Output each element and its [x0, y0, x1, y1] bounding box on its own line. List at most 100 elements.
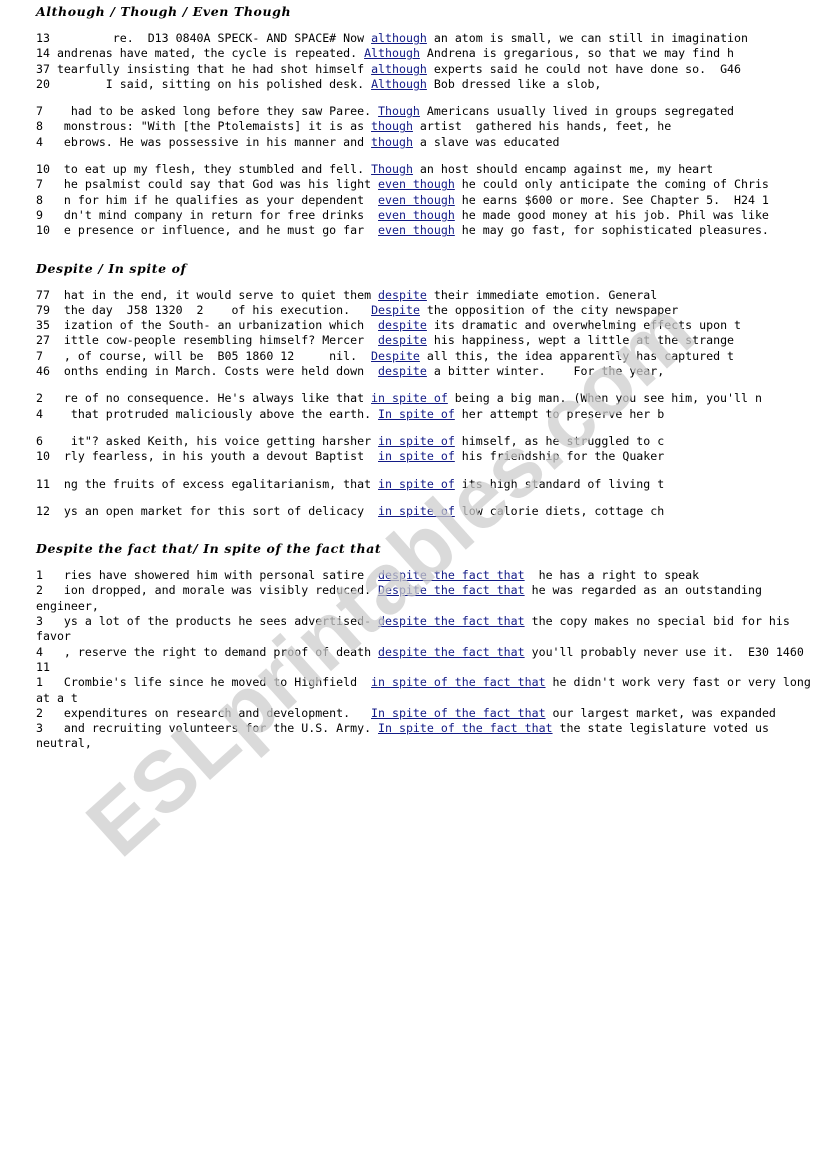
concordance-line: 27 ittle cow-people resembling himself? … [36, 333, 811, 348]
keyword-link[interactable]: in spite of [378, 449, 455, 463]
concordance-line: 14 andrenas have mated, the cycle is rep… [36, 46, 811, 61]
keyword-link[interactable]: in spite of the fact that [371, 675, 546, 689]
keyword-link[interactable]: In spite of the fact that [371, 706, 546, 720]
line-number: 8 [36, 192, 43, 207]
line-number: 2 [36, 391, 43, 406]
concordance-group: 6 it"? asked Keith, his voice getting ha… [36, 434, 811, 465]
keyword-link[interactable]: despite [378, 288, 427, 302]
concordance-line: 12 ys an open market for this sort of de… [36, 504, 811, 519]
keyword-link[interactable]: Though [378, 104, 420, 118]
keyword-link[interactable]: even though [378, 208, 455, 222]
line-right-context: its high standard of living t [454, 476, 665, 491]
line-right-context: their immediate emotion. General [426, 287, 658, 302]
line-left-context: ion dropped, and morale was visibly redu… [42, 583, 379, 598]
line-left-context: n for him if he qualifies as your depend… [42, 192, 379, 207]
concordance-line: 37 tearfully insisting that he had shot … [36, 62, 811, 77]
line-left-context: that protruded maliciously above the ear… [42, 406, 379, 421]
line-right-context: he earns $600 or more. See Chapter 5. H2… [454, 192, 769, 207]
line-left-context: ys an open market for this sort of delic… [49, 503, 379, 518]
concordance-line: 1 Crombie's life since he moved to Highf… [36, 675, 811, 706]
line-left-context: had to be asked long before they saw Par… [42, 104, 379, 119]
line-number: 77 [36, 287, 50, 302]
keyword-link[interactable]: Despite the fact that [378, 583, 525, 597]
concordance-line: 2 re of no consequence. He's always like… [36, 391, 811, 406]
line-number: 79 [36, 302, 50, 317]
concordance-line: 3 ys a lot of the products he sees adver… [36, 614, 811, 645]
keyword-link[interactable]: In spite of [378, 407, 455, 421]
line-number: 10 [36, 449, 50, 464]
line-number: 1 [36, 568, 43, 583]
worksheet-page: Although / Though / Even Though 13 re. D1… [0, 0, 821, 752]
line-right-context: his happiness, wept a little at the stra… [426, 333, 735, 348]
line-right-context: all this, the idea apparently has captur… [419, 348, 735, 363]
keyword-link[interactable]: Although [371, 77, 427, 91]
keyword-link[interactable]: Although [364, 46, 420, 60]
line-right-context: a slave was educated [412, 134, 560, 149]
keyword-link[interactable]: Despite [371, 349, 420, 363]
keyword-link[interactable]: In spite of the fact that [378, 721, 553, 735]
line-left-context: Crombie's life since he moved to Highfie… [42, 675, 372, 690]
line-number: 37 [36, 61, 50, 76]
line-number: 12 [36, 503, 50, 518]
line-number: 13 [36, 31, 50, 45]
keyword-link[interactable]: in spite of [378, 504, 455, 518]
line-left-context: hat in the end, it would serve to quiet … [49, 287, 379, 302]
keyword-link[interactable]: despite the fact that [378, 645, 525, 659]
section-title: Although / Though / Even Though [36, 4, 292, 19]
line-left-context: he psalmist could say that God was his l… [42, 177, 379, 192]
keyword-link[interactable]: although [371, 31, 427, 45]
keyword-link[interactable]: despite [378, 318, 427, 332]
keyword-link[interactable]: even though [378, 193, 455, 207]
line-left-context: re of no consequence. He's always like t… [42, 391, 372, 406]
keyword-link[interactable]: Though [371, 162, 413, 176]
line-right-context: himself, as he struggled to c [454, 433, 665, 448]
line-number: 4 [36, 406, 43, 421]
concordance-line: 6 it"? asked Keith, his voice getting ha… [36, 434, 811, 449]
line-left-context: monstrous: "With [the Ptolemaists] it is… [42, 119, 372, 134]
line-number: 7 [36, 177, 43, 192]
concordance-line: 8 n for him if he qualifies as your depe… [36, 193, 811, 208]
line-number: 10 [36, 223, 50, 238]
line-left-context: tearfully insisting that he had shot him… [49, 61, 372, 76]
concordance-group: 2 re of no consequence. He's always like… [36, 391, 811, 422]
keyword-link[interactable]: in spite of [378, 477, 455, 491]
keyword-link[interactable]: even though [378, 177, 455, 191]
keyword-link[interactable]: despite the fact that [378, 614, 525, 628]
concordance-line: 10 rly fearless, in his youth a devout B… [36, 449, 811, 464]
line-right-context: he made good money at his job. Phil was … [454, 207, 769, 222]
concordance-group: 10 to eat up my flesh, they stumbled and… [36, 162, 811, 238]
keyword-link[interactable]: though [371, 135, 413, 149]
keyword-link[interactable]: in spite of [371, 391, 448, 405]
line-left-context: andrenas have mated, the cycle is repeat… [49, 46, 365, 61]
line-left-context: ries have showered him with personal sat… [42, 568, 379, 583]
line-left-context: ys a lot of the products he sees adverti… [42, 614, 379, 629]
line-left-context: re. D13 0840A SPECK- AND SPACE# Now [49, 31, 372, 45]
concordance-group: 1 ries have showered him with personal s… [36, 568, 811, 752]
keyword-link[interactable]: in spite of [378, 434, 455, 448]
concordance-line: 8 monstrous: "With [the Ptolemaists] it … [36, 119, 811, 134]
line-left-context: rly fearless, in his youth a devout Bapt… [49, 449, 379, 464]
section-title: Despite / In spite of [36, 260, 187, 276]
line-number: 27 [36, 333, 50, 348]
concordance-line: 11 ng the fruits of excess egalitarianis… [36, 477, 811, 492]
concordance-line: 7 had to be asked long before they saw P… [36, 104, 811, 119]
concordance-line: 4 that protruded maliciously above the e… [36, 407, 811, 422]
line-number: 11 [36, 476, 50, 491]
keyword-link[interactable]: Despite [371, 303, 420, 317]
line-number: 4 [36, 134, 43, 149]
keyword-link[interactable]: even though [378, 223, 455, 237]
keyword-link[interactable]: despite the fact that [378, 568, 525, 582]
keyword-link[interactable]: although [371, 62, 427, 76]
concordance-group: 77 hat in the end, it would serve to qui… [36, 288, 811, 380]
keyword-link[interactable]: despite [378, 364, 427, 378]
concordance-line: 79 the day J58 1320 2 of his execution. … [36, 303, 811, 318]
keyword-link[interactable]: despite [378, 333, 427, 347]
keyword-link[interactable]: though [371, 119, 413, 133]
concordance-line: 2 ion dropped, and morale was visibly re… [36, 583, 811, 614]
line-left-context: I said, sitting on his polished desk. [49, 76, 372, 91]
concordance-line: 3 and recruiting volunteers for the U.S.… [36, 721, 811, 752]
line-left-context: dn't mind company in return for free dri… [42, 207, 379, 222]
